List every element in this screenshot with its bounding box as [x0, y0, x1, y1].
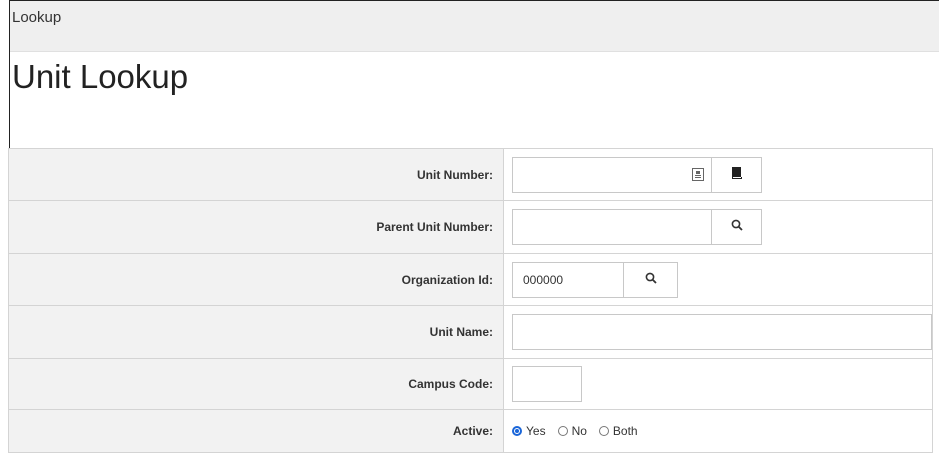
radio-indicator[interactable] — [557, 426, 568, 436]
form-row-unit-number: Unit Number: — [8, 148, 933, 201]
active-label: Active: — [8, 409, 504, 453]
parent-unit-number-label: Parent Unit Number: — [8, 200, 504, 254]
active-no-radio[interactable]: No — [557, 424, 587, 438]
organization-id-input[interactable] — [512, 261, 624, 298]
lookup-form: Unit Number: Parent Unit Number: Organiz… — [8, 148, 933, 453]
section-header: Lookup — [10, 0, 939, 52]
parent-unit-number-search-button[interactable] — [712, 209, 762, 245]
active-both-label: Both — [612, 424, 638, 438]
active-radio-group: Yes No Both — [512, 424, 932, 438]
search-icon — [731, 218, 743, 236]
form-row-active: Active: Yes No Both — [8, 409, 933, 453]
book-icon — [731, 166, 742, 184]
parent-unit-number-input[interactable] — [512, 209, 712, 245]
form-row-parent-unit-number: Parent Unit Number: — [8, 200, 933, 254]
organization-id-label: Organization Id: — [8, 253, 504, 306]
unit-number-lookup-button[interactable] — [712, 156, 762, 193]
unit-number-label: Unit Number: — [8, 148, 504, 201]
active-yes-radio[interactable]: Yes — [512, 424, 546, 438]
unit-name-label: Unit Name: — [8, 305, 504, 359]
section-label: Lookup — [12, 9, 62, 26]
id-card-icon[interactable] — [692, 167, 704, 186]
active-yes-label: Yes — [526, 424, 546, 438]
search-icon — [645, 271, 657, 289]
page-title: Unit Lookup — [12, 58, 189, 95]
campus-code-input[interactable] — [512, 366, 582, 402]
active-both-radio[interactable]: Both — [598, 424, 638, 438]
unit-name-input[interactable] — [512, 314, 932, 350]
radio-indicator[interactable] — [598, 426, 609, 436]
form-row-unit-name: Unit Name: — [8, 305, 933, 359]
radio-selected-indicator[interactable] — [512, 426, 522, 436]
form-row-campus-code: Campus Code: — [8, 358, 933, 410]
active-no-label: No — [571, 424, 587, 438]
campus-code-label: Campus Code: — [8, 358, 504, 410]
form-row-organization-id: Organization Id: — [8, 253, 933, 306]
organization-id-search-button[interactable] — [624, 261, 678, 298]
unit-number-input[interactable] — [512, 156, 712, 193]
